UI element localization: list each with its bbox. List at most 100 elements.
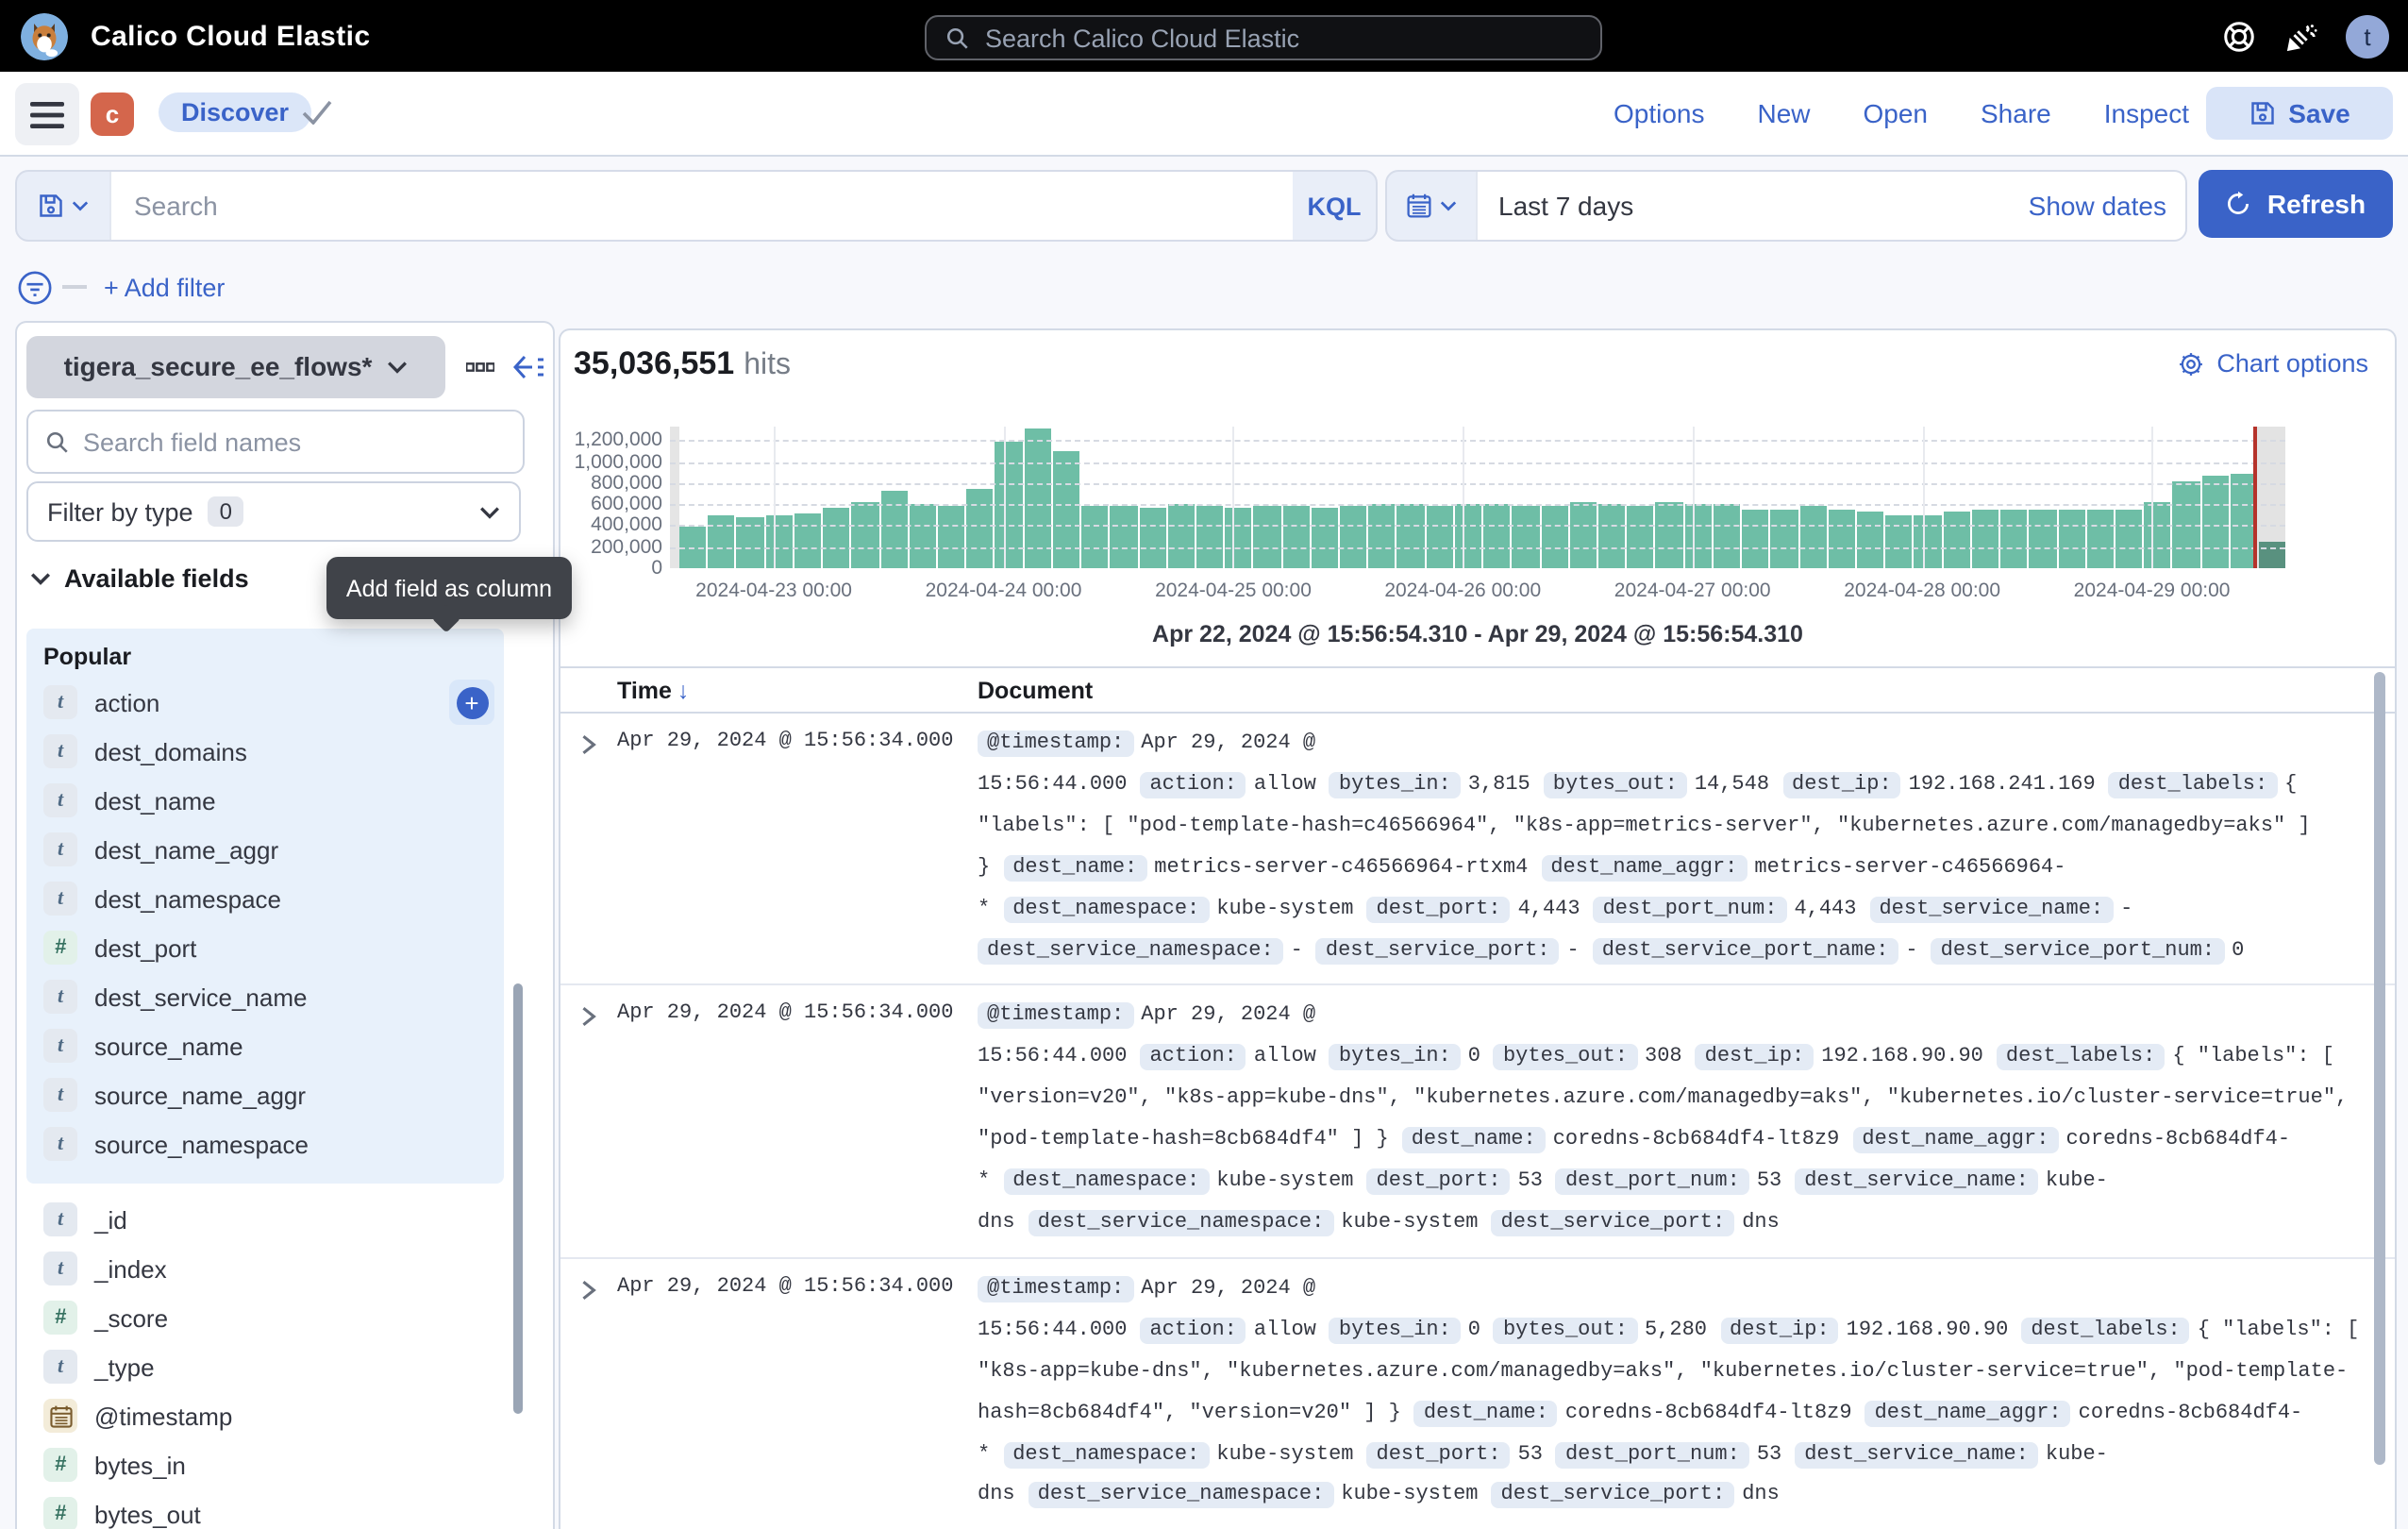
histogram-bar[interactable] bbox=[1799, 506, 1826, 568]
histogram-bar[interactable] bbox=[1885, 515, 1912, 568]
histogram-bar-partial[interactable] bbox=[2259, 542, 2285, 568]
available-fields-toggle[interactable]: Available fields bbox=[30, 564, 249, 593]
histogram-bar[interactable] bbox=[1513, 505, 1539, 568]
histogram-bar[interactable] bbox=[1570, 502, 1597, 568]
index-pattern-selector[interactable]: tigera_secure_ee_flows* bbox=[26, 335, 445, 397]
news-feed-icon[interactable] bbox=[2283, 18, 2319, 54]
field-item-_type[interactable]: t_type bbox=[26, 1342, 504, 1391]
field-item-dest_name[interactable]: tdest_name bbox=[26, 776, 504, 825]
field-item-action[interactable]: taction+ bbox=[26, 678, 504, 727]
histogram-bar[interactable] bbox=[2144, 502, 2170, 568]
histogram-bar[interactable] bbox=[1857, 512, 1883, 568]
histogram-bar[interactable] bbox=[1915, 515, 1941, 568]
histogram-bar[interactable] bbox=[1081, 507, 1108, 568]
toolbar-link-share[interactable]: Share bbox=[1981, 98, 2051, 128]
histogram-bar[interactable] bbox=[2115, 509, 2142, 568]
add-filter-button[interactable]: + Add filter bbox=[104, 273, 225, 301]
field-item-dest_port[interactable]: #dest_port bbox=[26, 923, 504, 972]
query-search-input[interactable]: Search bbox=[109, 172, 1293, 240]
field-item-_score[interactable]: #_score bbox=[26, 1293, 504, 1342]
histogram-bar[interactable] bbox=[880, 491, 907, 568]
field-item-bytes_out[interactable]: #bytes_out bbox=[26, 1489, 504, 1529]
histogram-bar[interactable] bbox=[1397, 505, 1424, 569]
histogram-bar[interactable] bbox=[2000, 510, 2027, 568]
histogram-bar[interactable] bbox=[1598, 505, 1625, 569]
histogram-bar[interactable] bbox=[1771, 509, 1798, 568]
field-item-@timestamp[interactable]: @timestamp bbox=[26, 1391, 504, 1440]
toolbar-link-new[interactable]: New bbox=[1757, 98, 1810, 128]
help-icon[interactable] bbox=[2221, 18, 2257, 54]
histogram-bar[interactable] bbox=[1196, 507, 1223, 568]
histogram-bar[interactable] bbox=[1340, 507, 1366, 568]
histogram-bar[interactable] bbox=[1656, 503, 1682, 568]
histogram-bar[interactable] bbox=[794, 513, 821, 568]
date-picker-menu-button[interactable] bbox=[1387, 172, 1476, 240]
field-item-dest_domains[interactable]: tdest_domains bbox=[26, 727, 504, 776]
histogram-bar[interactable] bbox=[1541, 506, 1567, 568]
breadcrumb-discover[interactable]: Discover bbox=[159, 92, 311, 132]
toolbar-link-inspect[interactable]: Inspect bbox=[2104, 98, 2189, 128]
histogram-bar[interactable] bbox=[910, 505, 936, 569]
toolbar-link-open[interactable]: Open bbox=[1864, 98, 1929, 128]
histogram-bar[interactable] bbox=[1742, 510, 1768, 568]
query-language-button[interactable]: KQL bbox=[1293, 192, 1376, 220]
histogram-bar[interactable] bbox=[2030, 510, 2056, 568]
global-search-input[interactable]: Search Calico Cloud Elastic bbox=[925, 15, 1602, 60]
histogram-bar[interactable] bbox=[1455, 505, 1481, 569]
save-button[interactable]: Save bbox=[2206, 87, 2393, 140]
user-avatar[interactable]: t bbox=[2346, 14, 2389, 58]
expand-row-button[interactable] bbox=[560, 998, 617, 1246]
histogram-bar[interactable] bbox=[1225, 508, 1251, 568]
field-item-source_namespace[interactable]: tsource_namespace bbox=[26, 1119, 504, 1168]
field-item-_id[interactable]: t_id bbox=[26, 1195, 504, 1244]
histogram-bar[interactable] bbox=[1369, 505, 1396, 569]
histogram-bar[interactable] bbox=[1684, 504, 1711, 568]
histogram-bar[interactable] bbox=[1139, 507, 1165, 568]
time-range-value[interactable]: Last 7 days Show dates bbox=[1476, 172, 2185, 240]
histogram-bar[interactable] bbox=[708, 515, 734, 568]
filter-by-type-dropdown[interactable]: Filter by type 0 bbox=[26, 481, 521, 542]
histogram-bar[interactable] bbox=[2086, 510, 2113, 568]
histogram-bar[interactable] bbox=[765, 515, 792, 568]
show-dates-button[interactable]: Show dates bbox=[2014, 191, 2166, 221]
histogram-bar[interactable] bbox=[1167, 505, 1194, 569]
histogram-bar[interactable] bbox=[1943, 512, 1969, 568]
histogram-bar[interactable] bbox=[1111, 505, 1137, 568]
field-settings-icon[interactable] bbox=[466, 356, 494, 377]
field-item-source_name[interactable]: tsource_name bbox=[26, 1021, 504, 1070]
field-item-_index[interactable]: t_index bbox=[26, 1244, 504, 1293]
add-field-as-column-button[interactable]: + bbox=[449, 680, 494, 725]
histogram-plot[interactable]: 0200,000400,000600,000800,0001,000,0001,… bbox=[670, 427, 2285, 568]
expand-row-button[interactable] bbox=[560, 1270, 617, 1519]
saved-query-menu-button[interactable] bbox=[17, 172, 109, 240]
field-item-dest_namespace[interactable]: tdest_namespace bbox=[26, 874, 504, 923]
table-scrollbar[interactable] bbox=[2374, 672, 2385, 1465]
histogram-bar[interactable] bbox=[1714, 503, 1740, 568]
histogram-bar[interactable] bbox=[1829, 511, 1855, 568]
histogram-bar[interactable] bbox=[966, 488, 993, 568]
menu-button[interactable] bbox=[15, 83, 79, 145]
filter-menu-icon[interactable] bbox=[17, 269, 53, 305]
sidebar-scrollbar[interactable] bbox=[513, 983, 523, 1414]
histogram-bar[interactable] bbox=[1426, 506, 1452, 568]
field-search-input[interactable]: Search field names bbox=[26, 410, 525, 474]
collapse-sidebar-icon[interactable] bbox=[513, 354, 543, 378]
field-item-bytes_in[interactable]: #bytes_in bbox=[26, 1440, 504, 1489]
toolbar-link-options[interactable]: Options bbox=[1614, 98, 1705, 128]
histogram-bar[interactable] bbox=[1282, 505, 1309, 568]
field-item-dest_name_aggr[interactable]: tdest_name_aggr bbox=[26, 825, 504, 874]
histogram-bar[interactable] bbox=[2201, 475, 2228, 568]
histogram-bar[interactable] bbox=[938, 506, 964, 568]
time-column-header[interactable]: Time ↓ bbox=[617, 677, 978, 703]
refresh-button[interactable]: Refresh bbox=[2199, 170, 2393, 238]
histogram-bar[interactable] bbox=[1312, 507, 1338, 568]
histogram-bar[interactable] bbox=[852, 503, 878, 568]
histogram-bar[interactable] bbox=[823, 508, 849, 568]
chart-options-button[interactable]: Chart options bbox=[2177, 349, 2368, 378]
field-item-source_name_aggr[interactable]: tsource_name_aggr bbox=[26, 1070, 504, 1119]
histogram-bar[interactable] bbox=[1254, 506, 1280, 568]
histogram-bar[interactable] bbox=[1483, 504, 1510, 568]
field-item-dest_service_name[interactable]: tdest_service_name bbox=[26, 972, 504, 1021]
histogram-bar[interactable] bbox=[2058, 510, 2084, 568]
calico-logo-icon[interactable] bbox=[21, 12, 68, 59]
